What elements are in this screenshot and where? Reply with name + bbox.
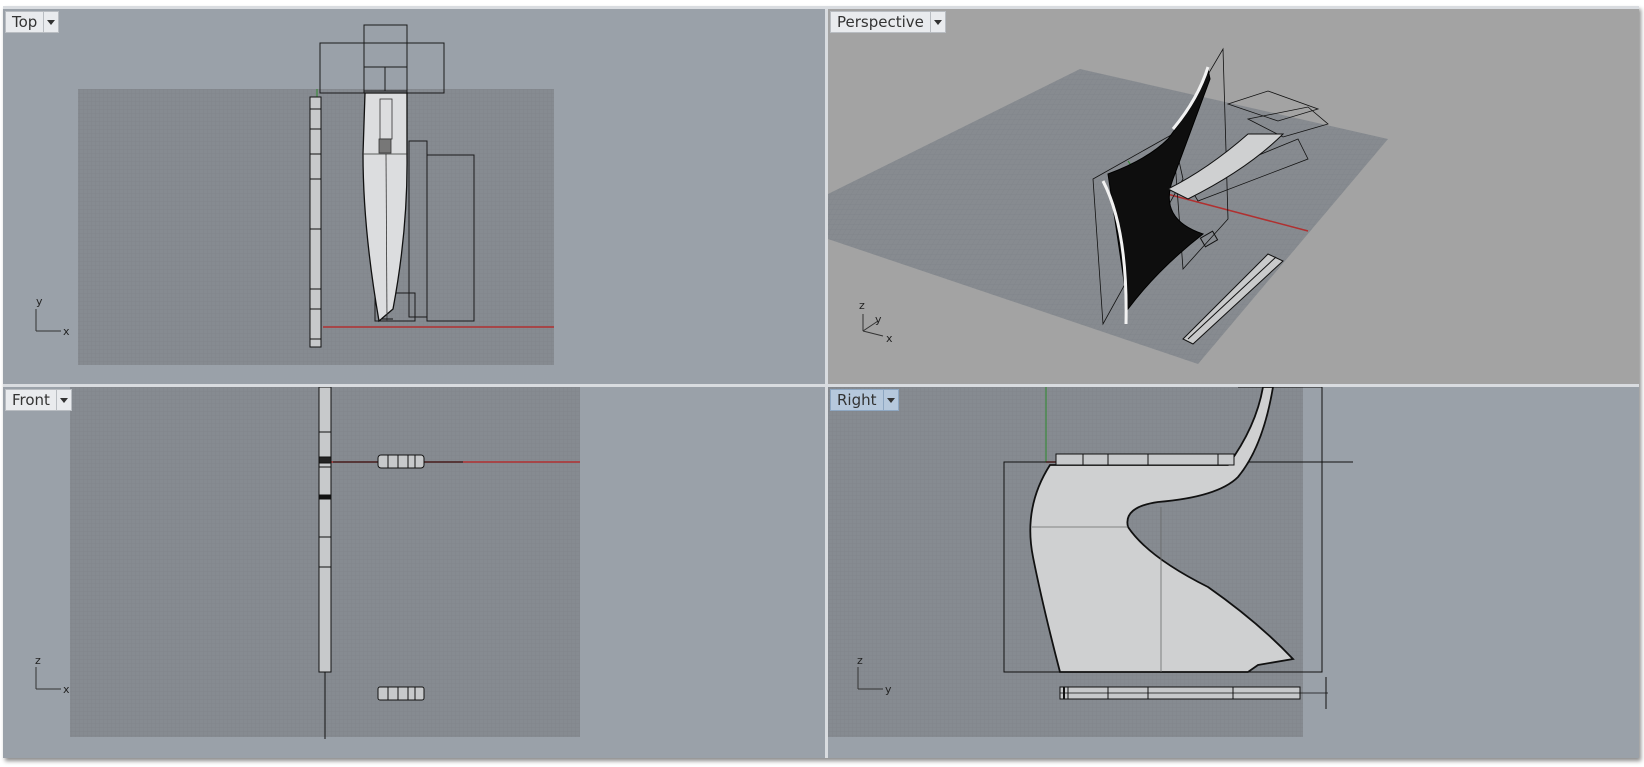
axis-label-h: y [885,683,892,696]
viewport-tab-front[interactable]: Front [5,389,72,411]
viewport-title: Top [12,13,38,31]
axis-label-h: x [63,683,70,696]
axis-label-y: y [875,313,882,326]
viewport-perspective[interactable]: z y x Perspective [828,9,1639,384]
viewport-title: Right [837,391,877,409]
seat-plank-top [309,96,322,348]
seat-plank-section [377,454,425,469]
chevron-down-icon[interactable] [882,390,898,410]
front-view-canvas: z x [35,387,580,739]
chevron-down-icon[interactable] [929,12,945,32]
axis-label-v: z [35,654,41,667]
viewport-title: Front [12,391,50,409]
axis-label-h: x [63,325,70,338]
axis-label-x: x [886,332,893,345]
viewport-tab-top[interactable]: Top [5,11,60,33]
axis-indicator [35,309,61,332]
axis-label-v: y [36,295,43,308]
perspective-view-canvas: z y x [828,47,1388,364]
viewport-tab-perspective[interactable]: Perspective [830,11,946,33]
viewport-tab-right[interactable]: Right [830,389,899,411]
axis-label-z: z [859,299,865,312]
seat-plank-right [1055,453,1235,466]
viewport-title: Perspective [837,13,924,31]
axis-label-v: z [857,654,863,667]
top-view-canvas: y x [35,24,554,365]
base-plank-section [377,686,425,701]
right-view-canvas: z y [828,387,1353,737]
viewport-right[interactable]: z y Right [828,387,1639,758]
viewport-front[interactable]: z x Front [3,387,825,758]
chevron-down-icon[interactable] [43,12,58,32]
chevron-down-icon[interactable] [55,390,71,410]
axis-indicator [35,667,61,690]
chair-profile-front [318,387,332,673]
viewport-top[interactable]: y x Top [3,9,825,384]
